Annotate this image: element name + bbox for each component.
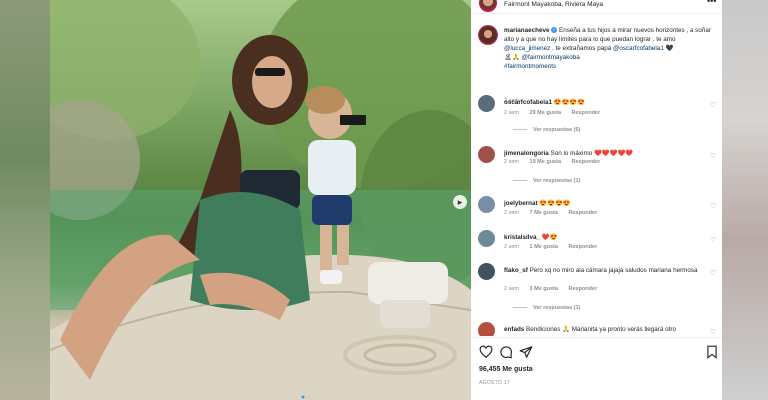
likes-count[interactable]: 96,455 Me gusta	[479, 366, 533, 373]
photo-illustration	[50, 0, 471, 400]
post-side-panel: Fairmont Mayakoba, Riviera Maya ••• mari…	[471, 0, 722, 400]
reply-button[interactable]: Responder	[572, 110, 601, 116]
post-actions: 96,455 Me gusta AGOSTO 17	[471, 337, 722, 400]
reply-button[interactable]: Responder	[568, 210, 597, 216]
mention-oscar[interactable]: @oscarfcofabela1	[613, 45, 664, 52]
comment-text: oscarfcofabela1 😍😍😍😍	[504, 98, 704, 107]
caption-avatar[interactable]	[478, 25, 498, 45]
blurred-backdrop-left	[0, 0, 50, 400]
comment-username[interactable]: flako_sf	[504, 267, 528, 274]
comment-username[interactable]: enfads	[504, 326, 524, 333]
author-avatar[interactable]	[479, 0, 497, 12]
carousel-dots	[300, 395, 320, 399]
hashtag-link[interactable]: #fairmontmoments	[504, 63, 556, 70]
view-replies-button[interactable]: Ver respuestas (6)	[513, 127, 580, 133]
bookmark-icon[interactable]	[705, 345, 719, 359]
reply-button[interactable]: Responder	[568, 286, 597, 292]
comment-likes[interactable]: 29 Me gusta	[530, 110, 561, 116]
post-date: AGOSTO 17	[479, 380, 510, 386]
post-photo	[50, 0, 471, 400]
comment-likes[interactable]: 1 Me gusta	[530, 244, 558, 250]
comment-username[interactable]: jimenalongoria	[504, 150, 549, 157]
comment-avatar[interactable]	[478, 196, 495, 213]
heart-icon[interactable]: ♡	[710, 202, 716, 210]
comment-text: enfads Bendiciones 🙏 Marianita ya pronto…	[504, 325, 704, 334]
comment-time: 2 sem	[504, 286, 519, 292]
comment-text: kristalsilva_ ❤️😍	[504, 233, 704, 242]
comment-likes[interactable]: 19 Me gusta	[530, 159, 561, 165]
view-replies-button[interactable]: Ver respuestas (1)	[513, 305, 580, 311]
comment-icon[interactable]	[499, 345, 513, 359]
caption-username[interactable]: marianaecheve	[504, 27, 550, 34]
comment-likes[interactable]: 3 Me gusta	[530, 286, 558, 292]
comment-time: 2 sem	[504, 210, 519, 216]
caption-emoji-tail: 🖤	[665, 45, 674, 52]
mention-fairmont[interactable]: @fairmontmayakoba	[522, 54, 580, 61]
more-options-icon[interactable]: •••	[707, 0, 716, 6]
comment-meta: 2 sem 1 Me gusta Responder	[504, 244, 606, 250]
heart-icon[interactable]: ♡	[710, 236, 716, 244]
comment-time: 2 sem	[504, 244, 519, 250]
comment-avatar[interactable]	[478, 95, 495, 112]
comment-avatar[interactable]	[478, 263, 495, 280]
comment-text: jimenalongoria Son lo máximo ❤️❤️❤️❤️❤️	[504, 149, 704, 158]
comment-text: flako_sf Pero xq no miro ala cámara jaja…	[504, 266, 704, 275]
comment-time: 2 sem	[504, 159, 519, 165]
comment-meta: 2 sem 3 Me gusta Responder	[504, 286, 606, 292]
comment-body: Bendiciones 🙏 Marianita ya pronto verás …	[526, 326, 676, 333]
comment-body: 😍😍😍😍	[553, 99, 586, 106]
caption-text-2: . te extrañamos papá	[552, 45, 612, 52]
caption-emoji-line: 🏝🙏	[504, 54, 520, 61]
comment-username[interactable]: joelybernat	[504, 200, 538, 207]
heart-icon[interactable]: ♡	[710, 269, 716, 277]
verified-badge-icon: ✓	[551, 27, 558, 34]
heart-icon[interactable]: ♡	[710, 101, 716, 109]
location-link[interactable]: Fairmont Mayakoba, Riviera Maya	[504, 1, 603, 8]
comment-likes[interactable]: 7 Me gusta	[530, 210, 558, 216]
blurred-backdrop-right	[722, 0, 768, 400]
caption-body: marianaecheve ✓ Enseña a tus hijos a mir…	[504, 26, 716, 71]
comment-meta: 2 sem 19 Me gusta Responder	[504, 159, 609, 165]
send-icon[interactable]	[519, 345, 533, 359]
comment-text: joelybernat 😍😍😍😍	[504, 199, 704, 208]
comment-avatar[interactable]	[478, 322, 495, 336]
reply-button[interactable]: Responder	[568, 244, 597, 250]
reply-button[interactable]: Responder	[572, 159, 601, 165]
view-replies-button[interactable]: Ver respuestas (1)	[513, 178, 580, 184]
heart-icon[interactable]: ♡	[710, 328, 716, 336]
comment-username[interactable]: kristalsilva_	[504, 234, 540, 241]
heart-icon[interactable]	[479, 345, 493, 359]
comment-avatar[interactable]	[478, 146, 495, 163]
heart-icon[interactable]: ♡	[710, 152, 716, 160]
mention-lucca[interactable]: @lucca_jimenez	[504, 45, 550, 52]
comment-body: ❤️😍	[541, 234, 558, 241]
comment-body: Pero xq no miro ala cámara jajaja saludo…	[529, 267, 698, 274]
comment-avatar[interactable]	[478, 230, 495, 247]
comment-meta: 2 sem 7 Me gusta Responder	[504, 210, 606, 216]
comment-time: 2 sem	[504, 110, 519, 116]
comment-body: Son lo máximo ❤️❤️❤️❤️❤️	[550, 150, 634, 157]
chevron-right-icon[interactable]: ▸	[453, 195, 467, 209]
comment-meta: 2 sem 29 Me gusta Responder	[504, 110, 609, 116]
location-bar: Fairmont Mayakoba, Riviera Maya •••	[471, 0, 722, 14]
comment-item: enfads Bendiciones 🙏 Marianita ya pronto…	[478, 322, 716, 336]
comment-username[interactable]: oscarfcofabela1	[504, 99, 552, 106]
comment-body: 😍😍😍😍	[539, 200, 571, 207]
